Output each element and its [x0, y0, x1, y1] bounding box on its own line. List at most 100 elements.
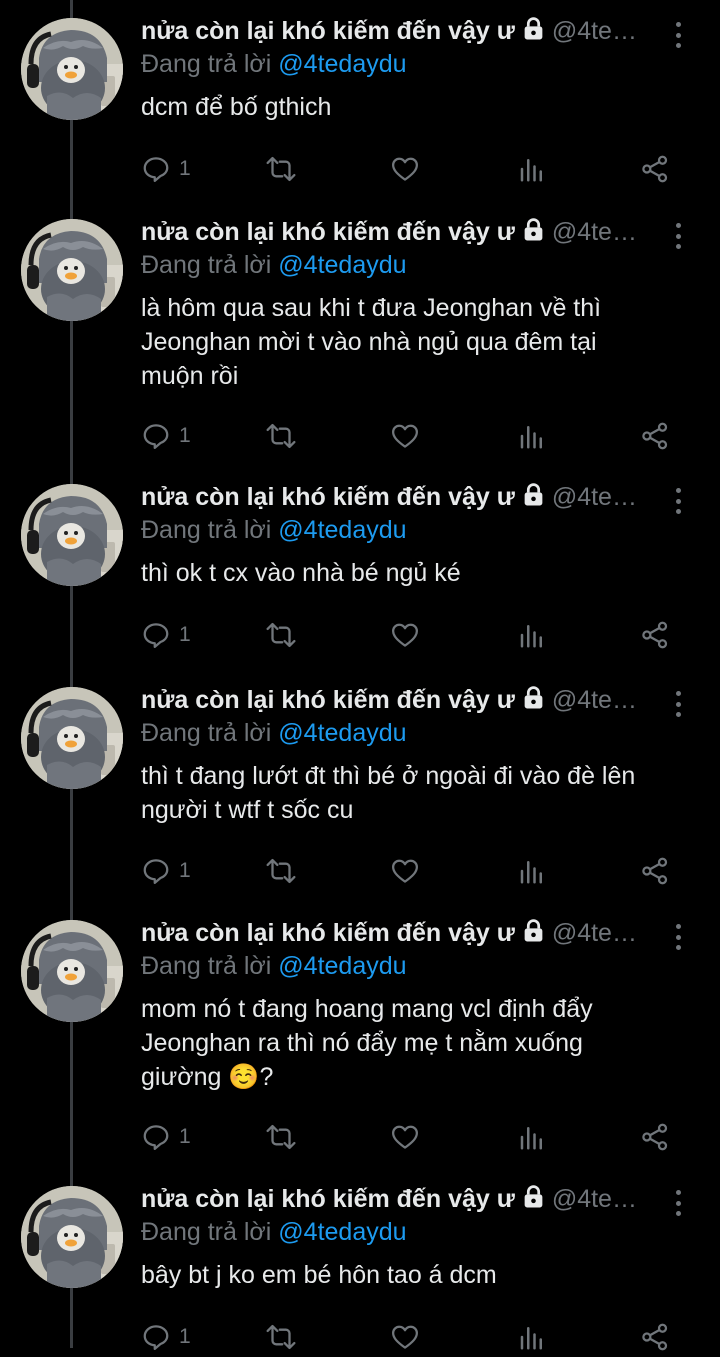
retweet-button[interactable]: [264, 149, 298, 189]
more-icon[interactable]: [664, 687, 692, 721]
handle[interactable]: @4te…: [552, 686, 637, 714]
replying-to: Đang trả lời @4tedaydu: [141, 50, 407, 79]
share-icon: [639, 1122, 671, 1152]
lock-icon: [521, 16, 546, 46]
tweet-text-line: Jeonghan ra thì nó đẩy mẹ t nằm xuống: [141, 1029, 583, 1057]
tweet-text: thì t đang lướt đt thì bé ở ngoài đi vào…: [141, 759, 686, 827]
more-icon[interactable]: [664, 18, 692, 52]
replying-label: Đang trả lời: [141, 251, 279, 279]
display-name[interactable]: nửa còn lại khó kiếm đến vậy ư: [141, 483, 515, 511]
views-button[interactable]: [517, 851, 547, 891]
handle[interactable]: @4te…: [552, 218, 637, 246]
avatar[interactable]: [21, 484, 123, 586]
tweet-text-line: thì t đang lướt đt thì bé ở ngoài đi vào…: [141, 762, 636, 790]
tweet-text: thì ok t cx vào nhà bé ngủ ké: [141, 556, 686, 590]
reply-button[interactable]: 1: [141, 149, 191, 189]
like-button[interactable]: [390, 615, 420, 655]
retweet-icon: [264, 856, 298, 886]
mention-link[interactable]: @4tedaydu: [278, 516, 406, 544]
like-button[interactable]: [390, 851, 420, 891]
heart-icon: [390, 1122, 420, 1152]
display-name[interactable]: nửa còn lại khó kiếm đến vậy ư: [141, 218, 515, 246]
heart-icon: [390, 421, 420, 451]
replying-label: Đang trả lời: [141, 952, 279, 980]
views-icon: [517, 421, 547, 451]
tweet-header: nửa còn lại khó kiếm đến vậy ư @4te…: [141, 16, 681, 50]
reply-icon: [141, 1122, 171, 1152]
reply-button[interactable]: 1: [141, 1117, 191, 1157]
share-icon: [639, 154, 671, 184]
views-button[interactable]: [517, 416, 547, 456]
share-button[interactable]: [639, 1317, 671, 1357]
replying-to: Đang trả lời @4tedaydu: [141, 952, 407, 981]
like-button[interactable]: [390, 1117, 420, 1157]
tweet-text-line: muộn rồi: [141, 362, 239, 390]
more-icon[interactable]: [664, 219, 692, 253]
action-bar: 1: [141, 1317, 681, 1357]
tweet-text-line: dcm để bố gthich: [141, 93, 332, 121]
mention-link[interactable]: @4tedaydu: [278, 719, 406, 747]
mention-link[interactable]: @4tedaydu: [278, 50, 406, 78]
views-button[interactable]: [517, 149, 547, 189]
reply-button[interactable]: 1: [141, 615, 191, 655]
handle[interactable]: @4te…: [552, 483, 637, 511]
views-button[interactable]: [517, 1317, 547, 1357]
replying-label: Đang trả lời: [141, 50, 279, 78]
action-bar: 1: [141, 416, 681, 456]
tweet-header: nửa còn lại khó kiếm đến vậy ư @4te…: [141, 1184, 681, 1218]
retweet-button[interactable]: [264, 851, 298, 891]
mention-link[interactable]: @4tedaydu: [278, 251, 406, 279]
lock-icon: [521, 685, 546, 715]
display-name[interactable]: nửa còn lại khó kiếm đến vậy ư: [141, 686, 515, 714]
mention-link[interactable]: @4tedaydu: [278, 952, 406, 980]
share-button[interactable]: [639, 851, 671, 891]
display-name[interactable]: nửa còn lại khó kiếm đến vậy ư: [141, 919, 515, 947]
avatar[interactable]: [21, 18, 123, 120]
lock-icon: [521, 482, 546, 512]
handle[interactable]: @4te…: [552, 1185, 637, 1213]
share-button[interactable]: [639, 149, 671, 189]
retweet-button[interactable]: [264, 615, 298, 655]
retweet-icon: [264, 154, 298, 184]
avatar[interactable]: [21, 687, 123, 789]
share-button[interactable]: [639, 1117, 671, 1157]
tweet-text: mom nó t đang hoang mang vcl định đẩy Jeo…: [141, 992, 686, 1094]
retweet-icon: [264, 421, 298, 451]
avatar[interactable]: [21, 1186, 123, 1288]
share-button[interactable]: [639, 416, 671, 456]
reply-count: 1: [179, 157, 191, 180]
more-icon[interactable]: [664, 484, 692, 518]
more-icon[interactable]: [664, 1186, 692, 1220]
retweet-button[interactable]: [264, 1317, 298, 1357]
retweet-button[interactable]: [264, 416, 298, 456]
mention-link[interactable]: @4tedaydu: [278, 1218, 406, 1246]
reply-icon: [141, 856, 171, 886]
share-button[interactable]: [639, 615, 671, 655]
reply-button[interactable]: 1: [141, 1317, 191, 1357]
like-button[interactable]: [390, 416, 420, 456]
views-button[interactable]: [517, 615, 547, 655]
lock-icon: [521, 918, 546, 948]
more-icon[interactable]: [664, 920, 692, 954]
tweet-text: dcm để bố gthich: [141, 90, 686, 124]
reply-button[interactable]: 1: [141, 851, 191, 891]
reply-count: 1: [179, 859, 191, 882]
heart-icon: [390, 154, 420, 184]
like-button[interactable]: [390, 149, 420, 189]
tweet-header: nửa còn lại khó kiếm đến vậy ư @4te…: [141, 685, 681, 719]
avatar[interactable]: [21, 219, 123, 321]
reply-button[interactable]: 1: [141, 416, 191, 456]
avatar[interactable]: [21, 920, 123, 1022]
replying-label: Đang trả lời: [141, 516, 279, 544]
display-name[interactable]: nửa còn lại khó kiếm đến vậy ư: [141, 17, 515, 45]
reply-icon: [141, 620, 171, 650]
display-name[interactable]: nửa còn lại khó kiếm đến vậy ư: [141, 1185, 515, 1213]
handle[interactable]: @4te…: [552, 17, 637, 45]
views-icon: [517, 620, 547, 650]
like-button[interactable]: [390, 1317, 420, 1357]
retweet-icon: [264, 620, 298, 650]
views-button[interactable]: [517, 1117, 547, 1157]
retweet-button[interactable]: [264, 1117, 298, 1157]
retweet-icon: [264, 1122, 298, 1152]
handle[interactable]: @4te…: [552, 919, 637, 947]
